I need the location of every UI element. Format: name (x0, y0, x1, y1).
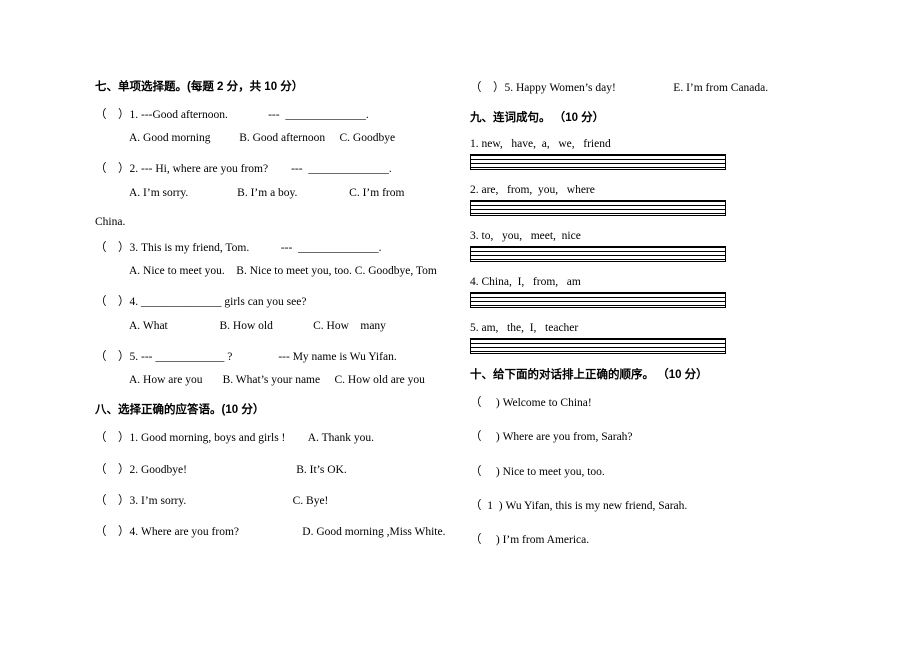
dialogue-order-item-3: （ ) Nice to meet you, too. (470, 465, 605, 478)
question-7-5-options: A. How are you B. What’s your name C. Ho… (129, 374, 425, 387)
question-7-3-stem: （ ）3. This is my friend, Tom. --- ______… (95, 241, 382, 254)
answer-lines-1[interactable] (470, 154, 726, 171)
question-7-5-stem: （ ）5. --- ____________ ? --- My name is … (95, 350, 397, 363)
dialogue-order-item-1: （ ) Welcome to China! (470, 397, 592, 410)
match-item-5: （ ）5. Happy Women’s day! E. I’m from Can… (470, 82, 769, 94)
section-7-heading: 七、单项选择题。(每题 2 分，共 10 分） (95, 81, 304, 93)
question-7-3-options: A. Nice to meet you. B. Nice to meet you… (129, 265, 437, 278)
reorder-sentence-1: 1. new, have, a, we, friend (470, 138, 611, 151)
reorder-sentence-3: 3. to, you, meet, nice (470, 230, 581, 243)
question-7-1-stem: （ ）1. ---Good afternoon. --- ___________… (95, 108, 369, 121)
section-8-heading-text: 八、选择正确的应答语。(10 分） (95, 404, 265, 417)
reorder-sentence-5: 5. am, the, I, teacher (470, 322, 579, 335)
question-7-2-options: A. I’m sorry. B. I’m a boy. C. I’m from (129, 186, 405, 199)
answer-lines-5[interactable] (470, 338, 726, 355)
question-7-2-continuation: China. (95, 215, 126, 228)
section-9-heading: 九、连词成句。 （10 分） (470, 112, 605, 125)
question-7-1-options: A. Good morning B. Good afternoon C. Goo… (129, 132, 396, 145)
dialogue-order-item-4: （ 1 ) Wu Yifan, this is my new friend, S… (470, 499, 688, 512)
answer-lines-3[interactable] (470, 246, 726, 263)
answer-lines-4[interactable] (470, 292, 726, 309)
answer-lines-2[interactable] (470, 200, 726, 217)
section-10-heading: 十、给下面的对话排上正确的顺序。 （10 分） (470, 369, 708, 382)
left-column: 七、单项选择题。(每题 2 分，共 10 分） （ ）1. ---Good af… (95, 80, 446, 555)
question-7-4-stem: （ ）4. ______________ girls can you see? (95, 296, 307, 309)
reorder-sentence-4: 4. China, I, from, am (470, 276, 581, 289)
dialogue-order-item-5: （ ) I’m from America. (470, 534, 590, 547)
match-item-2: （ ）2. Goodbye! B. It’s OK. (95, 463, 347, 476)
match-item-3: （ ）3. I’m sorry. C. Bye! (95, 494, 329, 507)
right-column: （ ）5. Happy Women’s day! E. I’m from Can… (470, 80, 820, 566)
dialogue-order-item-2: （ ) Where are you from, Sarah? (470, 431, 633, 444)
question-7-2-stem: （ ）2. --- Hi, where are you from? --- __… (95, 163, 392, 176)
reorder-sentence-2: 2. are, from, you, where (470, 184, 595, 197)
question-7-4-options: A. What B. How old C. How many (129, 319, 386, 332)
match-item-4: （ ）4. Where are you from? D. Good mornin… (95, 526, 446, 539)
section-8-heading: 八、选择正确的应答语。(10 分） (95, 403, 435, 418)
match-item-1: （ ）1. Good morning, boys and girls ! A. … (95, 432, 374, 445)
worksheet-page: 七、单项选择题。(每题 2 分，共 10 分） （ ）1. ---Good af… (0, 0, 920, 651)
